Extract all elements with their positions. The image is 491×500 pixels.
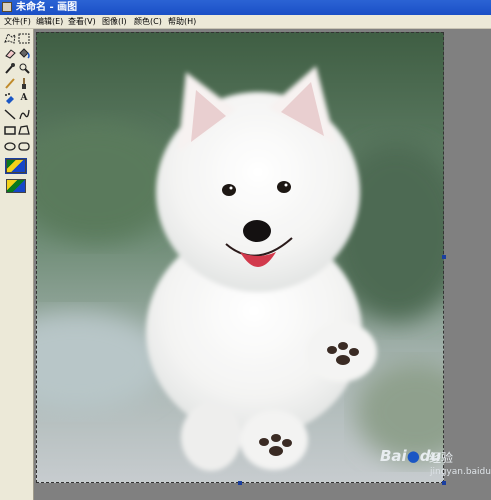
rounded-rect-icon[interactable]	[17, 140, 31, 153]
magnifier-icon[interactable]	[17, 62, 31, 75]
fill-icon[interactable]	[17, 47, 31, 60]
menu-bar: 文件(F) 编辑(E) 查看(V) 图像(I) 颜色(C) 帮助(H)	[0, 15, 491, 29]
line-icon[interactable]	[3, 108, 17, 121]
resize-handle-right[interactable]	[442, 255, 446, 259]
opaque-option-icon[interactable]	[5, 158, 27, 174]
text-icon[interactable]: A	[17, 92, 31, 105]
eraser-icon[interactable]	[3, 47, 17, 60]
toolbox: A	[0, 29, 34, 500]
paint-app-icon	[2, 2, 12, 12]
paint-canvas[interactable]	[36, 32, 444, 483]
menu-image[interactable]: 图像(I)	[102, 15, 127, 29]
pencil-icon[interactable]	[3, 77, 17, 90]
polygon-icon[interactable]	[17, 124, 31, 137]
resize-handle-corner[interactable]	[442, 481, 446, 485]
title-bar: 未命名 - 画图	[0, 0, 491, 15]
menu-help[interactable]: 帮助(H)	[168, 15, 196, 29]
color-picker-icon[interactable]	[3, 62, 17, 75]
rect-select-icon[interactable]	[17, 32, 31, 45]
menu-view[interactable]: 查看(V)	[68, 15, 96, 29]
brush-icon[interactable]	[17, 77, 31, 90]
watermark-url: jingyan.baidu.com	[430, 467, 491, 477]
menu-colors[interactable]: 颜色(C)	[134, 15, 162, 29]
watermark-sub: 经验	[429, 451, 454, 465]
window-title: 未命名 - 画图	[16, 2, 78, 13]
menu-file[interactable]: 文件(F)	[4, 15, 31, 29]
free-select-icon[interactable]	[3, 32, 17, 45]
menu-edit[interactable]: 编辑(E)	[36, 15, 63, 29]
rectangle-icon[interactable]	[3, 124, 17, 137]
curve-icon[interactable]	[17, 108, 31, 121]
resize-handle-bottom[interactable]	[238, 481, 242, 485]
transparent-option-icon[interactable]	[6, 179, 26, 193]
ellipse-icon[interactable]	[3, 140, 17, 153]
airbrush-icon[interactable]	[3, 92, 17, 105]
samoyed-photo	[36, 32, 444, 483]
paw-icon: ●	[406, 447, 420, 465]
